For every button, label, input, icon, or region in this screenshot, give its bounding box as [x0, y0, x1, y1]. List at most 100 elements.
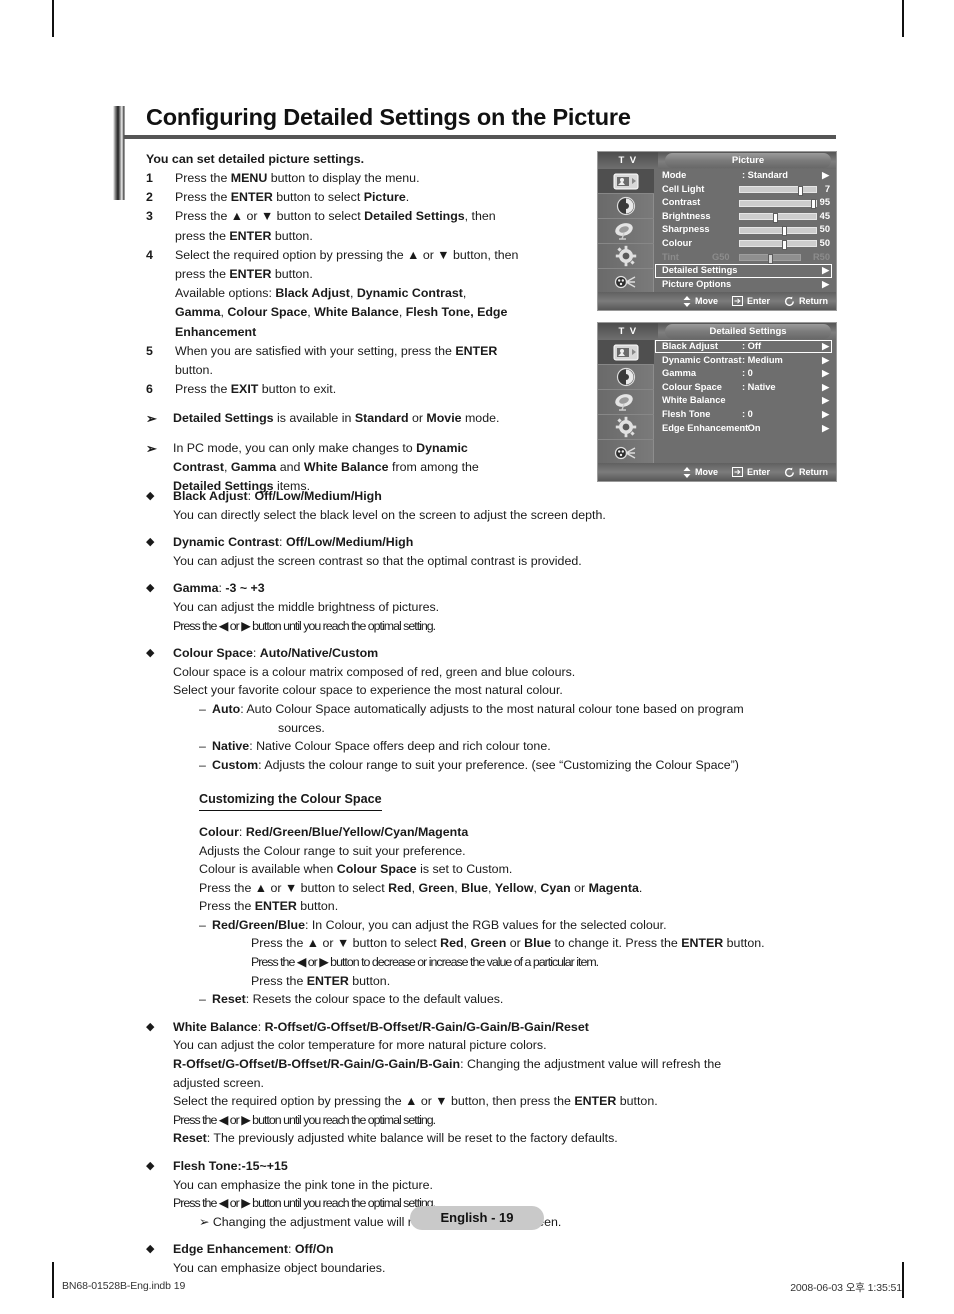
osd-row-mode[interactable]: Mode : Standard ▶ [655, 169, 836, 183]
option-desc: Press the ◀ or ▶ button until you reach … [173, 618, 436, 633]
slider-track[interactable] [739, 212, 817, 223]
manual-page: Configuring Detailed Settings on the Pic… [0, 0, 954, 1314]
decorative-bar [113, 106, 125, 200]
sidebar-item-picture[interactable] [598, 169, 654, 194]
osd-row-brightness[interactable]: Brightness 45 [655, 210, 836, 224]
osd-row-detailed-settings[interactable]: Detailed Settings ▶ [655, 264, 836, 278]
hint-return[interactable]: Return [784, 296, 828, 307]
osd-row-contrast[interactable]: Contrast 95 [655, 196, 836, 210]
hint-move[interactable]: Move [683, 466, 718, 478]
row-value: 45 [819, 210, 830, 221]
option-desc: Select the required option by pressing t… [173, 1094, 658, 1109]
option-black-adjust: ◆ Black Adjust: Off/Low/Medium/High You … [146, 487, 841, 524]
sound-icon [616, 196, 636, 216]
osd-detailed-settings-menu[interactable]: T V Detailed Settings Black Adjust: Off… [597, 322, 837, 482]
diamond-bullet-icon: ◆ [146, 647, 155, 660]
crop-mark-top-left [52, 0, 54, 37]
chevron-right-icon: ▶ [822, 395, 829, 406]
slider-knob[interactable] [781, 226, 787, 237]
option-desc: You can emphasize the pink tone in the p… [173, 1177, 433, 1192]
hint-enter[interactable]: Enter [731, 296, 770, 306]
osd-menu-rows[interactable]: Mode : Standard ▶ Cell Light 7 Contrast … [655, 169, 836, 302]
row-label: Sharpness [662, 224, 710, 235]
colour-values: Red/Green/Blue/Yellow/Cyan/Magenta [245, 824, 469, 839]
slider-track [739, 253, 801, 264]
rgb-sub-line: Press the ▲ or ▼ button to select Red, G… [251, 936, 765, 951]
osd-row-dynamic-contrast[interactable]: Dynamic Contrast : Medium ▶ [655, 354, 836, 368]
row-value: : On [742, 422, 761, 433]
slider-knob[interactable] [781, 239, 787, 250]
osd-row-flesh-tone[interactable]: Flesh Tone : 0 ▶ [655, 408, 836, 422]
sidebar-item-input[interactable] [598, 269, 654, 294]
step-3: 3 Press the ▲ or ▼ button to select Deta… [146, 207, 598, 245]
osd-row-edge-enhancement[interactable]: Edge Enhancement : On ▶ [655, 422, 836, 436]
osd-row-colour[interactable]: Colour 50 [655, 237, 836, 251]
slider-track[interactable] [739, 226, 817, 237]
step-number: 2 [146, 190, 153, 205]
sidebar-item-input[interactable] [598, 440, 654, 465]
updown-icon [683, 295, 691, 307]
osd-row-white-balance[interactable]: White Balance ▶ [655, 394, 836, 408]
osd-row-tint: Tint G50 R50 [655, 251, 836, 265]
sidebar-item-channel[interactable] [598, 219, 654, 244]
slider-knob[interactable] [772, 212, 778, 223]
sidebar-item-sound[interactable] [598, 365, 654, 390]
osd-sidebar[interactable] [598, 169, 654, 294]
step-5: 5 When you are satisfied with your setti… [146, 342, 598, 380]
dash-body: Auto: Auto Colour Space automatically ad… [212, 700, 841, 737]
row-value: 50 [819, 224, 830, 235]
footer-timestamp: 2008-06-03 오후 1:35:51 [790, 1282, 902, 1294]
enter-icon [731, 296, 743, 306]
dash-cont: sources. [278, 720, 325, 735]
osd-menu-rows[interactable]: Black Adjust : Off ▶ Dynamic Contrast : … [655, 340, 836, 465]
dash-text: : Auto Colour Space automatically adjust… [240, 701, 744, 716]
osd-row-sharpness[interactable]: Sharpness 50 [655, 223, 836, 237]
osd-sidebar[interactable] [598, 340, 654, 465]
row-value: : Medium [742, 354, 783, 365]
note-1: ➢ Detailed Settings is available in Stan… [146, 409, 598, 428]
return-icon [784, 467, 795, 478]
slider-knob[interactable] [811, 199, 817, 210]
sidebar-item-channel[interactable] [598, 390, 654, 415]
sidebar-item-setup[interactable] [598, 244, 654, 269]
channel-icon [613, 393, 639, 411]
osd-row-colour-space[interactable]: Colour Space : Native ▶ [655, 381, 836, 395]
hint-enter[interactable]: Enter [731, 467, 770, 477]
sidebar-item-sound[interactable] [598, 194, 654, 219]
dash-body: Red/Green/Blue: In Colour, you can adjus… [212, 916, 841, 990]
slider-track[interactable] [739, 199, 817, 210]
sidebar-item-picture[interactable] [598, 340, 654, 365]
osd-picture-menu[interactable]: T V Picture Mode: Standard ▶ Cell Light… [597, 151, 837, 311]
option-name: Edge Enhancement [173, 1242, 288, 1257]
options-column: ◆ Black Adjust: Off/Low/Medium/High You … [146, 478, 841, 1278]
hint-move[interactable]: Move [683, 295, 718, 307]
diamond-bullet-icon: ◆ [146, 582, 155, 595]
chevron-right-icon: ▶ [822, 368, 829, 379]
slider-track[interactable] [739, 239, 817, 250]
slider-track[interactable] [739, 185, 817, 196]
hint-return[interactable]: Return [784, 467, 828, 478]
option-desc: R-Offset/G-Offset/B-Offset/R-Gain/G-Gain… [173, 1055, 841, 1074]
customizing-line: Colour is available when Colour Space is… [199, 862, 513, 877]
diamond-bullet-icon: ◆ [146, 490, 155, 502]
dash-term: Reset [212, 992, 246, 1007]
osd-row-cell-light[interactable]: Cell Light 7 [655, 183, 836, 197]
colour-label: Colour [199, 824, 239, 839]
dash-item-auto: – Auto: Auto Colour Space automatically … [199, 700, 841, 737]
slider-knob[interactable] [797, 185, 803, 196]
osd-row-black-adjust[interactable]: Black Adjust : Off ▶ [655, 340, 836, 354]
osd-row-picture-options[interactable]: Picture Options ▶ [655, 278, 836, 292]
step-number: 5 [146, 343, 153, 358]
step-4: 4 Select the required option by pressing… [146, 246, 598, 284]
row-label: Edge Enhancement [662, 422, 749, 433]
option-name: Dynamic Contrast [173, 535, 280, 550]
sidebar-item-setup[interactable] [598, 415, 654, 440]
row-value: : 0 [742, 368, 753, 379]
dash-text: : Native Colour Space offers deep and ri… [249, 739, 551, 754]
option-desc: Reset: The previously adjusted white bal… [173, 1129, 841, 1148]
option-desc: You can emphasize object boundaries. [173, 1260, 386, 1275]
option-edge-enhancement: ◆ Edge Enhancement: Off/On You can empha… [146, 1240, 841, 1277]
title-divider [124, 135, 836, 139]
osd-row-gamma[interactable]: Gamma : 0 ▶ [655, 367, 836, 381]
option-colour-space: ◆ Colour Space: Auto/Native/Custom Colou… [146, 644, 841, 1009]
